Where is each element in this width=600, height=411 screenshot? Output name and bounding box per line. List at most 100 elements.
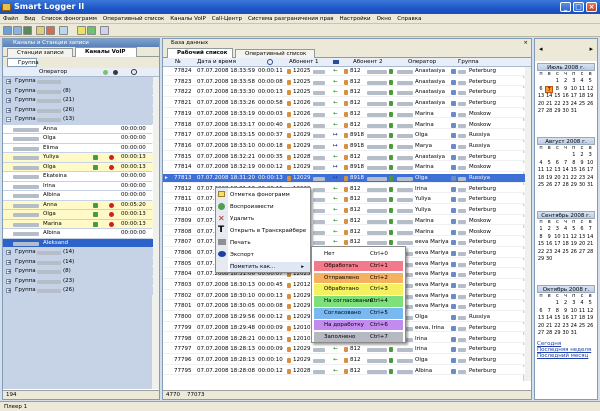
- operator-row[interactable]: Aleksand: [3, 238, 153, 248]
- calendar-day[interactable]: 3: [570, 300, 578, 307]
- calendar-day[interactable]: 9: [562, 86, 570, 93]
- expand-icon[interactable]: +: [6, 250, 11, 256]
- calendar-day[interactable]: 10: [570, 86, 578, 93]
- calendar-day[interactable]: 21: [545, 323, 553, 330]
- calendar-day[interactable]: 14: [586, 234, 594, 241]
- calendar-day[interactable]: 7: [545, 308, 553, 315]
- group-row[interactable]: + Группа (8): [3, 86, 153, 96]
- calendar-day[interactable]: 18: [537, 175, 545, 182]
- calendar-day[interactable]: 6: [553, 160, 561, 167]
- menu-delete[interactable]: Удалить: [230, 214, 310, 224]
- calendar-day[interactable]: 27: [537, 330, 545, 337]
- tab-operative-list[interactable]: Оперативный список: [235, 49, 315, 58]
- calendar-day[interactable]: 11: [562, 234, 570, 241]
- expand-icon[interactable]: +: [6, 79, 11, 85]
- calendar-day[interactable]: 16: [562, 315, 570, 322]
- calendar-day[interactable]: 10: [553, 234, 561, 241]
- calendar-day[interactable]: 16: [578, 167, 586, 174]
- calendar-day[interactable]: 28: [562, 182, 570, 189]
- record-row[interactable]: 77817 07.07.2008 18:33:15 00:00:37 12029 891…: [163, 131, 525, 140]
- calendar-day[interactable]: 16: [545, 241, 553, 248]
- operator-column-header[interactable]: Оператор: [39, 68, 67, 77]
- calendar-day[interactable]: 14: [562, 167, 570, 174]
- check-icon[interactable]: [87, 26, 96, 35]
- record-row[interactable]: 77814 07.07.2008 18:32:19 00:00:12 12029 891…: [163, 163, 525, 172]
- calendar-day[interactable]: 24: [570, 101, 578, 108]
- next-month-icon[interactable]: ▸: [589, 45, 593, 53]
- operator-row[interactable]: Yuliya 00:00:13: [3, 153, 153, 162]
- calendar-day[interactable]: 21: [586, 241, 594, 248]
- tab-voip-channels[interactable]: Каналы VoIP: [75, 47, 137, 57]
- calendar-day[interactable]: 5: [545, 160, 553, 167]
- calendar-day[interactable]: 13: [553, 167, 561, 174]
- calendar-day[interactable]: 30: [562, 108, 570, 115]
- group-row[interactable]: + Группа (26): [3, 105, 153, 115]
- calendar-day[interactable]: 14: [545, 315, 553, 322]
- expand-icon[interactable]: +: [6, 278, 11, 284]
- col-group[interactable]: Группа: [458, 58, 479, 67]
- close-button[interactable]: ×: [586, 2, 597, 12]
- record-row[interactable]: 77819 07.07.2008 18:33:19 00:00:03 12026 812…: [163, 109, 525, 119]
- calendar-day[interactable]: 26: [570, 249, 578, 256]
- expand-icon[interactable]: +: [6, 288, 11, 294]
- calendar-day[interactable]: 28: [545, 108, 553, 115]
- group-row[interactable]: + Группа (23): [3, 276, 153, 286]
- calendar-day[interactable]: 18: [578, 93, 586, 100]
- calendar-day[interactable]: 26: [545, 182, 553, 189]
- menu-view[interactable]: Вид: [21, 14, 38, 24]
- calendar-day[interactable]: 2: [562, 78, 570, 85]
- mark-option[interactable]: Нет Ctrl+0: [314, 249, 403, 260]
- calendar-day[interactable]: 25: [537, 182, 545, 189]
- calendar-day[interactable]: 20: [537, 323, 545, 330]
- filter-icon[interactable]: [23, 26, 32, 35]
- calendar-day[interactable]: 13: [537, 93, 545, 100]
- tab-stations[interactable]: Станции записи: [7, 48, 73, 57]
- calendar-day[interactable]: 21: [562, 175, 570, 182]
- expand-icon[interactable]: +: [6, 98, 11, 104]
- calendar-day[interactable]: 13: [537, 315, 545, 322]
- calendar-day[interactable]: 4: [578, 78, 586, 85]
- calendar-day[interactable]: 15: [537, 241, 545, 248]
- operator-row[interactable]: Olga 00:00:00: [3, 134, 153, 143]
- tab-work-list[interactable]: Рабочий список: [167, 48, 233, 58]
- minimize-button[interactable]: _: [560, 2, 571, 12]
- col-subscriber2[interactable]: Абонент 2: [353, 58, 383, 67]
- calendar-day[interactable]: 18: [562, 241, 570, 248]
- calendar-day[interactable]: 4: [562, 226, 570, 233]
- col-operator[interactable]: Оператор: [408, 58, 436, 67]
- calendar-day[interactable]: 11: [578, 86, 586, 93]
- menu-voip[interactable]: Каналы VoIP: [167, 14, 209, 24]
- calendar-day[interactable]: 9: [545, 234, 553, 241]
- group-button[interactable]: Группа: [7, 58, 39, 67]
- calendar-day[interactable]: 19: [586, 315, 594, 322]
- calendar-day[interactable]: 19: [586, 93, 594, 100]
- record-row[interactable]: 77815 07.07.2008 18:32:21 00:00:35 12028 812…: [163, 152, 525, 162]
- menu-help[interactable]: Справка: [394, 14, 424, 24]
- edit-icon[interactable]: [100, 26, 109, 35]
- mark-option[interactable]: Согласовано Ctrl+5: [314, 308, 403, 319]
- calendar-day[interactable]: 24: [553, 249, 561, 256]
- calendar-day[interactable]: 3: [586, 152, 594, 159]
- direction-col-icon[interactable]: [333, 60, 339, 64]
- calendar-day[interactable]: 30: [545, 256, 553, 263]
- calendar-day[interactable]: 8: [537, 234, 545, 241]
- group-row[interactable]: + Группа: [3, 77, 153, 86]
- settings-icon[interactable]: [59, 26, 68, 35]
- calendar-day[interactable]: 12: [570, 234, 578, 241]
- calendar-day[interactable]: 15: [553, 315, 561, 322]
- calendar-day[interactable]: 12: [586, 86, 594, 93]
- group-row[interactable]: − Группа (13): [3, 115, 153, 124]
- calendar-day[interactable]: 20: [537, 101, 545, 108]
- calendar-day[interactable]: 27: [553, 182, 561, 189]
- calendar-day[interactable]: 24: [586, 175, 594, 182]
- calendar-day[interactable]: 2: [545, 226, 553, 233]
- record-row[interactable]: 77795 07.07.2008 18:28:08 00:00:12 12028 812…: [163, 366, 525, 376]
- duration-clock-icon[interactable]: [267, 59, 273, 65]
- calendar-day[interactable]: 6: [537, 86, 545, 93]
- calendar-day[interactable]: 19: [545, 175, 553, 182]
- menu-open-transcriber[interactable]: Открыть в Транскрайбере: [230, 226, 310, 236]
- calendar-day[interactable]: 4: [537, 160, 545, 167]
- operator-row[interactable]: Ekateina 00:00:00: [3, 172, 153, 181]
- calendar-day[interactable]: 9: [562, 308, 570, 315]
- group-row[interactable]: + Группа (8): [3, 267, 153, 276]
